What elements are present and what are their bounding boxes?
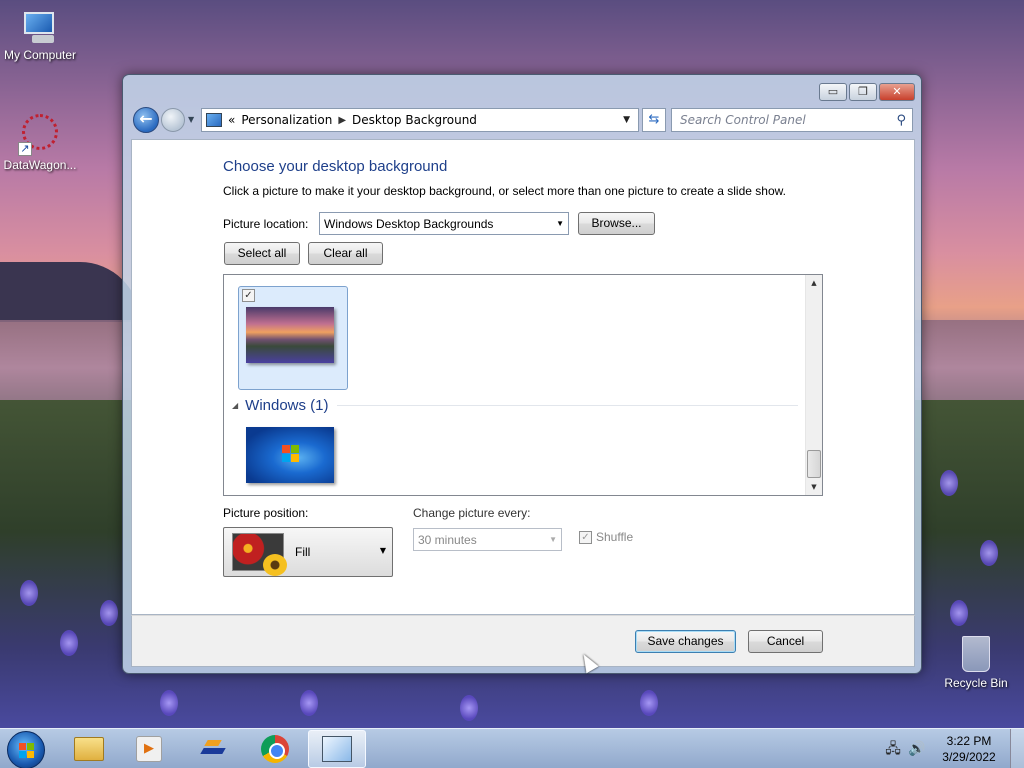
- position-preview-image: [232, 533, 287, 576]
- caption-buttons: ▭ ❐ ✕: [819, 83, 915, 101]
- computer-icon: [20, 10, 60, 46]
- wallpaper-flower: [100, 600, 118, 626]
- show-desktop-button[interactable]: [1010, 729, 1024, 768]
- search-placeholder: Search Control Panel: [680, 113, 806, 127]
- collapse-triangle-icon[interactable]: ◢: [232, 401, 238, 410]
- wallpaper-flower: [640, 690, 658, 716]
- group-header-windows[interactable]: ◢ Windows (1): [232, 397, 798, 414]
- picture-location-label: Picture location:: [223, 217, 309, 231]
- shuffle-label: Shuffle: [596, 530, 634, 544]
- browse-button[interactable]: Browse...: [578, 212, 655, 235]
- chevron-down-icon: ▼: [556, 219, 564, 228]
- wallpaper-flower: [160, 690, 178, 716]
- taskbar: 🖧 🔊 3:22 PM 3/29/2022: [0, 728, 1024, 768]
- desktop-icon-my-computer[interactable]: My Computer: [0, 10, 80, 62]
- chrome-icon: [261, 735, 289, 763]
- recycle-bin-icon: [958, 632, 994, 674]
- breadcrumb-desktop-background[interactable]: Desktop Background: [352, 113, 477, 127]
- save-changes-button[interactable]: Save changes: [635, 630, 736, 653]
- search-input[interactable]: Search Control Panel ⚲: [671, 108, 913, 132]
- wallpaper-flower: [940, 470, 958, 496]
- volume-icon[interactable]: 🔊: [908, 740, 926, 758]
- minimize-button[interactable]: ▭: [819, 83, 847, 101]
- datawagon-shortcut-icon: ↗: [18, 112, 62, 156]
- wallpaper-flower: [60, 630, 78, 656]
- group-header-label: Windows (1): [245, 397, 329, 414]
- clock-time: 3:22 PM: [946, 734, 992, 748]
- sunset-thumbnail[interactable]: [246, 307, 334, 363]
- picture-location-select[interactable]: Windows Desktop Backgrounds ▼: [319, 212, 569, 235]
- wallpaper-flower: [950, 600, 968, 626]
- taskbar-control-panel[interactable]: [308, 730, 366, 768]
- taskbar-chrome[interactable]: [246, 730, 304, 768]
- group-divider: [336, 405, 798, 406]
- desktop-icon-recycle-bin[interactable]: Recycle Bin: [936, 632, 1016, 690]
- control-panel-icon: [206, 113, 222, 127]
- picture-position-label: Picture position:: [223, 506, 309, 520]
- change-interval-value: 30 minutes: [418, 532, 477, 547]
- system-tray: 🖧 🔊 3:22 PM 3/29/2022: [884, 729, 1024, 768]
- page-title: Choose your desktop background: [223, 158, 448, 175]
- media-player-icon: [136, 736, 162, 762]
- taskbar-datawagon[interactable]: [184, 730, 242, 768]
- dialog-footer: Save changes Cancel: [131, 615, 915, 667]
- clock[interactable]: 3:22 PM 3/29/2022: [932, 733, 1006, 765]
- wallpaper-hills: [0, 262, 140, 322]
- datawagon-icon: [200, 736, 226, 762]
- recent-pages-dropdown-icon[interactable]: ▼: [188, 115, 194, 124]
- desktop-background-window: ▭ ❐ ✕ ← ▼ « Personalization ▶ Desktop Ba…: [122, 74, 922, 674]
- chevron-down-icon: ▼: [549, 535, 557, 544]
- taskbar-media-player[interactable]: [120, 730, 178, 768]
- scroll-down-icon[interactable]: ▼: [806, 479, 822, 495]
- breadcrumb-personalization[interactable]: Personalization: [241, 113, 332, 127]
- forward-button[interactable]: [161, 108, 185, 132]
- chevron-right-icon[interactable]: ▶: [338, 115, 346, 126]
- change-picture-interval-select[interactable]: 30 minutes ▼: [413, 528, 562, 551]
- start-button[interactable]: [7, 731, 45, 768]
- desktop-icon-label: My Computer: [3, 48, 77, 62]
- wallpaper-flower: [300, 690, 318, 716]
- address-bar[interactable]: « Personalization ▶ Desktop Background ▼: [201, 108, 639, 132]
- control-panel-icon: [322, 736, 352, 762]
- clock-date: 3/29/2022: [942, 750, 996, 764]
- maximize-button[interactable]: ❐: [849, 83, 877, 101]
- windows-7-thumbnail[interactable]: [246, 427, 334, 483]
- wallpaper-flower: [20, 580, 38, 606]
- chevron-down-icon: ▼: [379, 546, 386, 555]
- explorer-icon: [74, 737, 104, 761]
- select-all-button[interactable]: Select all: [224, 242, 300, 265]
- page-subtitle: Click a picture to make it your desktop …: [223, 184, 786, 198]
- vertical-scrollbar[interactable]: ▲ ▼: [805, 275, 822, 495]
- picture-list: ✓ ◢ Windows (1) ▲ ▼: [223, 274, 823, 496]
- scroll-up-icon[interactable]: ▲: [806, 275, 822, 291]
- taskbar-explorer[interactable]: [60, 730, 118, 768]
- desktop-icon-datawagon[interactable]: ↗ DataWagon...: [0, 112, 80, 172]
- change-picture-label: Change picture every:: [413, 506, 531, 520]
- breadcrumb-overflow[interactable]: «: [228, 113, 235, 127]
- picture-position-select[interactable]: Fill ▼: [223, 527, 393, 577]
- refresh-button[interactable]: ⇆: [642, 108, 666, 132]
- search-icon[interactable]: ⚲: [896, 113, 906, 128]
- close-button[interactable]: ✕: [879, 83, 915, 101]
- shuffle-option[interactable]: ✓ Shuffle: [579, 530, 633, 544]
- scrollbar-thumb[interactable]: [807, 450, 821, 478]
- content-pane: Choose your desktop background Click a p…: [131, 139, 915, 615]
- back-button[interactable]: ←: [133, 107, 159, 133]
- shuffle-checkbox[interactable]: ✓: [579, 530, 592, 544]
- desktop-icon-label: DataWagon...: [3, 158, 77, 172]
- windows-logo-icon: [282, 445, 300, 463]
- address-dropdown-icon[interactable]: ▼: [623, 115, 630, 125]
- network-icon[interactable]: 🖧: [884, 740, 902, 758]
- picture-checkbox[interactable]: ✓: [242, 289, 255, 302]
- navigation-bar: ← ▼ « Personalization ▶ Desktop Backgrou…: [131, 105, 915, 135]
- clear-all-button[interactable]: Clear all: [308, 242, 383, 265]
- picture-location-value: Windows Desktop Backgrounds: [324, 216, 494, 231]
- windows-logo-icon: [19, 743, 35, 759]
- desktop-icon-label: Recycle Bin: [944, 676, 1008, 690]
- picture-position-value: Fill: [295, 545, 311, 559]
- wallpaper-flower: [980, 540, 998, 566]
- cancel-button[interactable]: Cancel: [748, 630, 823, 653]
- wallpaper-flower: [460, 695, 478, 721]
